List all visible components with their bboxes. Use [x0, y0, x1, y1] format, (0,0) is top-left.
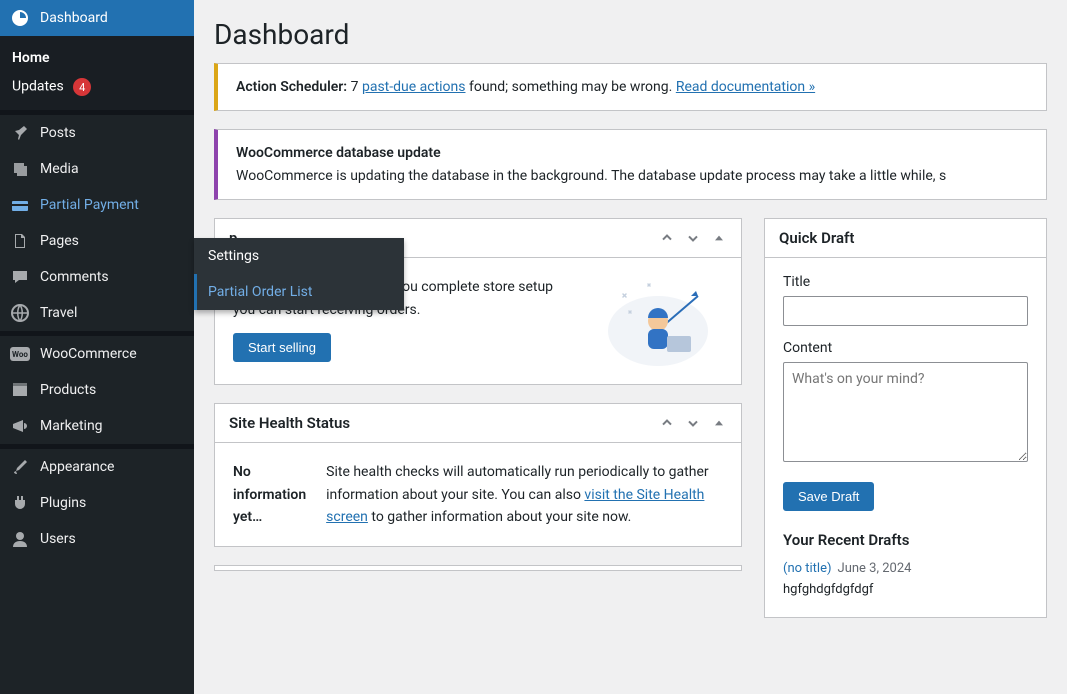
sidebar-item-products[interactable]: Products: [0, 372, 194, 408]
health-status-label: No information yet…: [233, 461, 306, 528]
sidebar-item-woocommerce[interactable]: Woo WooCommerce: [0, 336, 194, 372]
flyout-settings[interactable]: Settings: [194, 238, 404, 274]
woocommerce-update-notice: WooCommerce database update WooCommerce …: [214, 129, 1047, 200]
sidebar-item-travel[interactable]: Travel: [0, 295, 194, 331]
notice-text: found; something may be wrong.: [469, 79, 672, 95]
sidebar-label: Users: [40, 531, 76, 547]
sidebar-label: Products: [40, 382, 96, 398]
sidebar-item-dashboard[interactable]: Dashboard: [0, 0, 194, 36]
brush-icon: [10, 457, 30, 477]
sidebar-item-partial-payment[interactable]: Partial Payment: [0, 187, 194, 223]
site-health-panel: Site Health Status No information yet… S…: [214, 403, 742, 547]
recent-drafts-title: Your Recent Drafts: [783, 531, 1028, 549]
sidebar-item-users[interactable]: Users: [0, 521, 194, 557]
panel-down-icon[interactable]: [685, 415, 701, 431]
panel-toggle-icon[interactable]: [711, 415, 727, 431]
sidebar-item-pages[interactable]: Pages: [0, 223, 194, 259]
past-due-link[interactable]: past-due actions: [362, 79, 466, 95]
panel-title: Site Health Status: [229, 414, 350, 432]
megaphone-icon: [10, 416, 30, 436]
media-icon: [10, 159, 30, 179]
sidebar-item-marketing[interactable]: Marketing: [0, 408, 194, 444]
dashboard-icon: [10, 8, 30, 28]
title-label: Title: [783, 274, 1028, 290]
pin-icon: [10, 123, 30, 143]
sidebar-label: Updates: [12, 79, 64, 95]
sidebar-label: Appearance: [40, 459, 114, 475]
notice-title: WooCommerce database update: [236, 142, 1028, 164]
payment-icon: [10, 195, 30, 215]
panel-toggle-icon[interactable]: [711, 230, 727, 246]
start-selling-button[interactable]: Start selling: [233, 333, 331, 362]
products-icon: [10, 380, 30, 400]
comments-icon: [10, 267, 30, 287]
content-label: Content: [783, 340, 1028, 356]
sidebar-item-media[interactable]: Media: [0, 151, 194, 187]
panel-up-icon[interactable]: [659, 415, 675, 431]
draft-link[interactable]: (no title): [783, 561, 832, 576]
plugin-icon: [10, 493, 30, 513]
sidebar-label: Posts: [40, 125, 76, 141]
collapsed-panel: [214, 565, 742, 571]
flyout-partial-order-list[interactable]: Partial Order List: [194, 274, 404, 310]
draft-excerpt: hgfghdgfdgfdgf: [783, 580, 1028, 601]
notice-count: 7: [351, 79, 359, 95]
sidebar-sub-home[interactable]: Home: [0, 44, 194, 72]
sidebar-label: Media: [40, 161, 79, 177]
updates-count-badge: 4: [73, 78, 91, 96]
action-scheduler-notice: Action Scheduler: 7 past-due actions fou…: [214, 63, 1047, 111]
sidebar-label: WooCommerce: [40, 346, 137, 362]
partial-payment-flyout: Settings Partial Order List: [194, 238, 404, 310]
globe-icon: [10, 303, 30, 323]
notice-label: Action Scheduler:: [236, 79, 347, 95]
sidebar-label: Plugins: [40, 495, 86, 511]
read-documentation-link[interactable]: Read documentation »: [676, 79, 815, 95]
sidebar-label: Comments: [40, 269, 109, 285]
admin-sidebar: Dashboard Home Updates 4 Posts Media Par…: [0, 0, 194, 694]
sidebar-item-appearance[interactable]: Appearance: [0, 449, 194, 485]
svg-text:Woo: Woo: [12, 350, 28, 359]
panel-down-icon[interactable]: [685, 230, 701, 246]
sidebar-label: Pages: [40, 233, 79, 249]
main-content: Dashboard Action Scheduler: 7 past-due a…: [194, 0, 1067, 694]
draft-date: June 3, 2024: [838, 561, 912, 576]
sidebar-item-posts[interactable]: Posts: [0, 115, 194, 151]
sidebar-dashboard-submenu: Home Updates 4: [0, 36, 194, 110]
save-draft-button[interactable]: Save Draft: [783, 482, 874, 511]
draft-content-textarea[interactable]: [783, 362, 1028, 462]
quick-draft-panel: Quick Draft Title Content Save Draft You…: [764, 218, 1047, 618]
setup-illustration: [593, 276, 723, 366]
sidebar-label: Dashboard: [40, 10, 108, 26]
page-title: Dashboard: [214, 0, 1047, 63]
draft-title-input[interactable]: [783, 296, 1028, 326]
sidebar-sub-updates[interactable]: Updates 4: [0, 72, 194, 102]
panel-title: Quick Draft: [779, 229, 854, 247]
sidebar-label: Marketing: [40, 418, 103, 434]
woocommerce-icon: Woo: [10, 344, 30, 364]
sidebar-label: Partial Payment: [40, 197, 139, 213]
notice-body: WooCommerce is updating the database in …: [236, 165, 1028, 187]
panel-up-icon[interactable]: [659, 230, 675, 246]
sidebar-label: Travel: [40, 305, 77, 321]
health-text-post: to gather information about your site no…: [368, 509, 631, 525]
user-icon: [10, 529, 30, 549]
sidebar-item-comments[interactable]: Comments: [0, 259, 194, 295]
sidebar-item-plugins[interactable]: Plugins: [0, 485, 194, 521]
pages-icon: [10, 231, 30, 251]
